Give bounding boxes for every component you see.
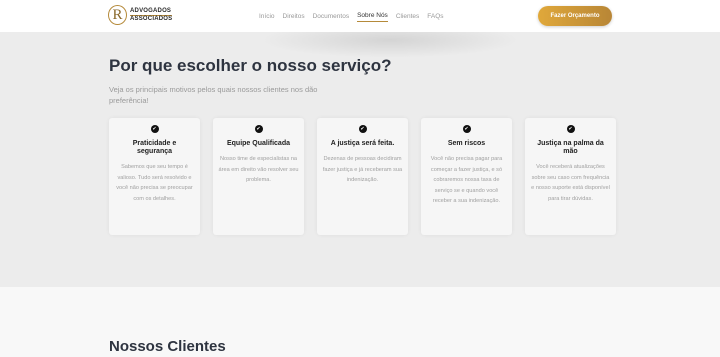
logo-line-2: ASSOCIADOS: [130, 15, 173, 22]
feature-card: ✔ Equipe Qualificada Nosso time de espec…: [213, 118, 304, 235]
feature-card: ✔ A justiça será feita. Dezenas de pesso…: [317, 118, 408, 235]
nav-item-clientes[interactable]: Clientes: [396, 11, 419, 22]
feature-card: ✔ Praticidade e segurança Sabemos que se…: [109, 118, 200, 235]
feature-card: ✔ Sem riscos Você não precisa pagar para…: [421, 118, 512, 235]
feature-card-text: Nosso time de especialistas na área em d…: [218, 156, 299, 183]
check-icon: ✔: [566, 125, 575, 133]
feature-card-title: Justiça na palma da mão: [537, 140, 604, 155]
feature-card-title: Praticidade e segurança: [132, 140, 177, 155]
clients-section: Nossos Clientes: [0, 287, 720, 357]
feature-card-text: Sabemos que seu tempo é valioso. Tudo se…: [116, 164, 193, 202]
feature-card-title: Equipe Qualificada: [226, 140, 290, 147]
section-title: Por que escolher o nosso serviço?: [109, 56, 392, 75]
quote-button[interactable]: Fazer Orçamento: [538, 6, 612, 26]
nav-item-inicio[interactable]: Início: [259, 11, 275, 22]
feature-cards: ✔ Praticidade e segurança Sabemos que se…: [109, 118, 616, 235]
site-header: R ADVOGADOS ASSOCIADOS Início Direitos D…: [0, 0, 720, 32]
check-icon: ✔: [358, 125, 367, 133]
feature-card-text: Você não precisa pagar para começar a fa…: [430, 156, 503, 204]
logo-letter: R: [112, 6, 123, 23]
nav-item-direitos[interactable]: Direitos: [283, 11, 305, 22]
logo-wordmark: ADVOGADOS ASSOCIADOS: [130, 7, 173, 23]
check-icon: ✔: [150, 125, 159, 133]
main-nav: Início Direitos Documentos Sobre Nós Cli…: [259, 0, 452, 32]
feature-card-text: Dezenas de pessoas decidiram fazer justi…: [322, 156, 403, 183]
nav-item-faqs[interactable]: FAQs: [427, 11, 443, 22]
nav-item-documentos[interactable]: Documentos: [313, 11, 350, 22]
logo[interactable]: R ADVOGADOS ASSOCIADOS: [108, 5, 173, 25]
nav-item-sobre-nos[interactable]: Sobre Nós: [357, 10, 388, 22]
feature-card-title: A justiça será feita.: [330, 140, 395, 147]
feature-card: ✔ Justiça na palma da mão Você receberá …: [525, 118, 616, 235]
logo-emblem: R: [108, 5, 127, 25]
check-icon: ✔: [462, 125, 471, 133]
feature-card-title: Sem riscos: [447, 140, 486, 147]
logo-line-1: ADVOGADOS: [130, 7, 173, 16]
check-icon: ✔: [254, 125, 263, 133]
section-subtitle: Veja os principais motivos pelos quais n…: [109, 85, 318, 105]
clients-title: Nossos Clientes: [109, 338, 226, 355]
feature-card-text: Você receberá atualizações sobre seu cas…: [531, 164, 610, 202]
